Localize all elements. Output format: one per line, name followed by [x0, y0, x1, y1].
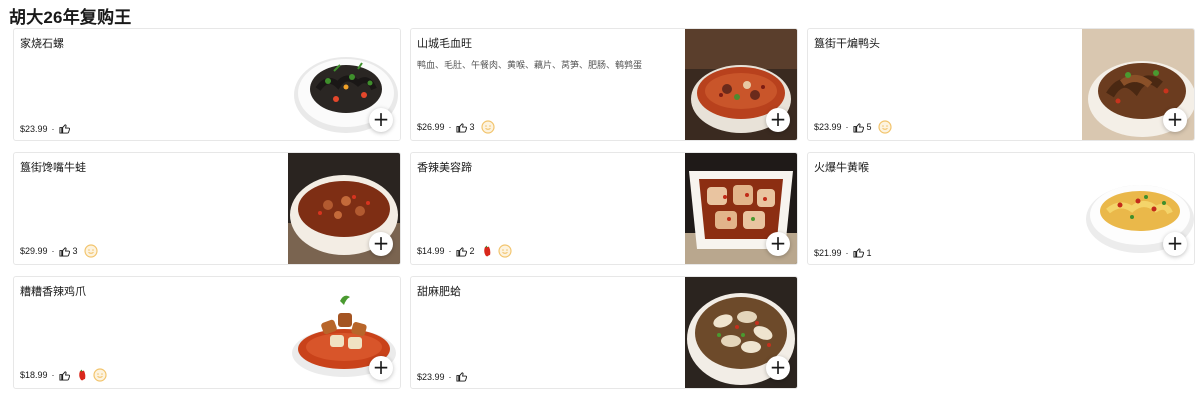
- add-to-cart-button[interactable]: +: [766, 108, 790, 132]
- menu-item-price: $21.99: [814, 247, 842, 258]
- menu-item-name: 簋街干煸鸭头: [814, 38, 880, 50]
- add-to-cart-button[interactable]: +: [766, 232, 790, 256]
- plus-icon: +: [1166, 107, 1184, 131]
- add-to-cart-button[interactable]: +: [1163, 232, 1187, 256]
- add-to-cart-button[interactable]: +: [766, 356, 790, 380]
- menu-item-card[interactable]: 山城毛血旺 鸭血、毛肚、午餐肉、黄喉、藕片、莴笋、肥肠、鹌鹑蛋 $26.99 ·…: [410, 28, 798, 141]
- plus-icon: +: [372, 231, 390, 255]
- smiley-badge-icon: [92, 368, 107, 382]
- menu-item-name: 糟糟香辣鸡爪: [20, 286, 86, 298]
- plus-icon: +: [372, 107, 390, 131]
- add-to-cart-button[interactable]: +: [1163, 108, 1187, 132]
- menu-item-meta: $18.99 ·: [20, 368, 107, 382]
- menu-item-meta: $21.99 · 1: [814, 247, 872, 258]
- menu-item-card[interactable]: 簋街干煸鸭头 $23.99 · 5 +: [807, 28, 1195, 141]
- menu-item-price: $14.99: [417, 246, 445, 256]
- menu-item-price: $29.99: [20, 246, 48, 256]
- like-count: 5: [866, 122, 872, 132]
- separator: ·: [51, 246, 55, 256]
- menu-item-name: 簋街馋嘴牛蛙: [20, 162, 86, 174]
- menu-item-meta: $14.99 · 2: [417, 244, 512, 258]
- menu-item-meta: $23.99 ·: [417, 371, 467, 382]
- plus-icon: +: [769, 231, 787, 255]
- add-to-cart-button[interactable]: +: [369, 356, 393, 380]
- separator: ·: [845, 247, 849, 258]
- menu-item-price: $26.99: [417, 122, 445, 132]
- separator: ·: [448, 371, 452, 382]
- separator: ·: [448, 122, 452, 132]
- menu-item-name: 山城毛血旺: [417, 38, 472, 50]
- plus-icon: +: [1166, 231, 1184, 255]
- menu-item-meta: $23.99 ·: [20, 123, 70, 134]
- menu-item-card[interactable]: 甜麻肥蛤 $23.99 · +: [410, 276, 798, 389]
- thumbs-up-icon: [852, 122, 864, 133]
- separator: ·: [51, 370, 55, 380]
- like-count: 1: [866, 247, 872, 258]
- menu-item-meta: $29.99 · 3: [20, 244, 98, 258]
- menu-item-description: 鸭血、毛肚、午餐肉、黄喉、藕片、莴笋、肥肠、鹌鹑蛋: [417, 60, 643, 70]
- thumbs-up-icon: [852, 247, 864, 258]
- smiley-badge-icon: [83, 244, 98, 258]
- menu-grid: 家烧石螺 $23.99 · + 山城毛血旺 鸭血、毛肚、午餐肉、黄喉、藕片、莴笋…: [13, 28, 1196, 389]
- separator: ·: [448, 246, 452, 256]
- thumbs-up-icon: [455, 122, 467, 133]
- menu-item-card[interactable]: 家烧石螺 $23.99 · +: [13, 28, 401, 141]
- plus-icon: +: [769, 107, 787, 131]
- section-title: 胡大26年复购王: [9, 8, 132, 27]
- menu-item-price: $23.99: [417, 371, 445, 382]
- add-to-cart-button[interactable]: +: [369, 108, 393, 132]
- menu-item-card[interactable]: 香辣美容蹄 $14.99 · 2 +: [410, 152, 798, 265]
- menu-item-name: 家烧石螺: [20, 38, 64, 50]
- plus-icon: +: [769, 355, 787, 379]
- thumbs-up-icon: [455, 371, 467, 382]
- menu-item-meta: $26.99 · 3: [417, 120, 495, 134]
- thumbs-up-icon: [58, 246, 70, 257]
- separator: ·: [845, 122, 849, 132]
- menu-item-name: 香辣美容蹄: [417, 162, 472, 174]
- menu-item-price: $23.99: [814, 122, 842, 132]
- like-count: 3: [469, 122, 475, 132]
- plus-icon: +: [372, 355, 390, 379]
- smiley-badge-icon: [480, 120, 495, 134]
- smiley-badge-icon: [497, 244, 512, 258]
- thumbs-up-icon: [455, 246, 467, 257]
- menu-item-card[interactable]: 簋街馋嘴牛蛙 $29.99 · 3 +: [13, 152, 401, 265]
- chili-icon: [482, 245, 492, 257]
- smiley-badge-icon: [877, 120, 892, 134]
- chili-icon: [77, 369, 87, 381]
- thumbs-up-icon: [58, 370, 70, 381]
- thumbs-up-icon: [58, 123, 70, 134]
- menu-item-name: 甜麻肥蛤: [417, 286, 461, 298]
- menu-item-meta: $23.99 · 5: [814, 120, 892, 134]
- separator: ·: [51, 123, 55, 134]
- add-to-cart-button[interactable]: +: [369, 232, 393, 256]
- menu-item-price: $23.99: [20, 123, 48, 134]
- like-count: 2: [469, 246, 475, 256]
- menu-item-name: 火爆牛黄喉: [814, 162, 869, 174]
- menu-item-card[interactable]: 糟糟香辣鸡爪 $18.99 · +: [13, 276, 401, 389]
- menu-item-card[interactable]: 火爆牛黄喉 $21.99 · 1 +: [807, 152, 1195, 265]
- like-count: 3: [72, 246, 78, 256]
- menu-item-price: $18.99: [20, 370, 48, 380]
